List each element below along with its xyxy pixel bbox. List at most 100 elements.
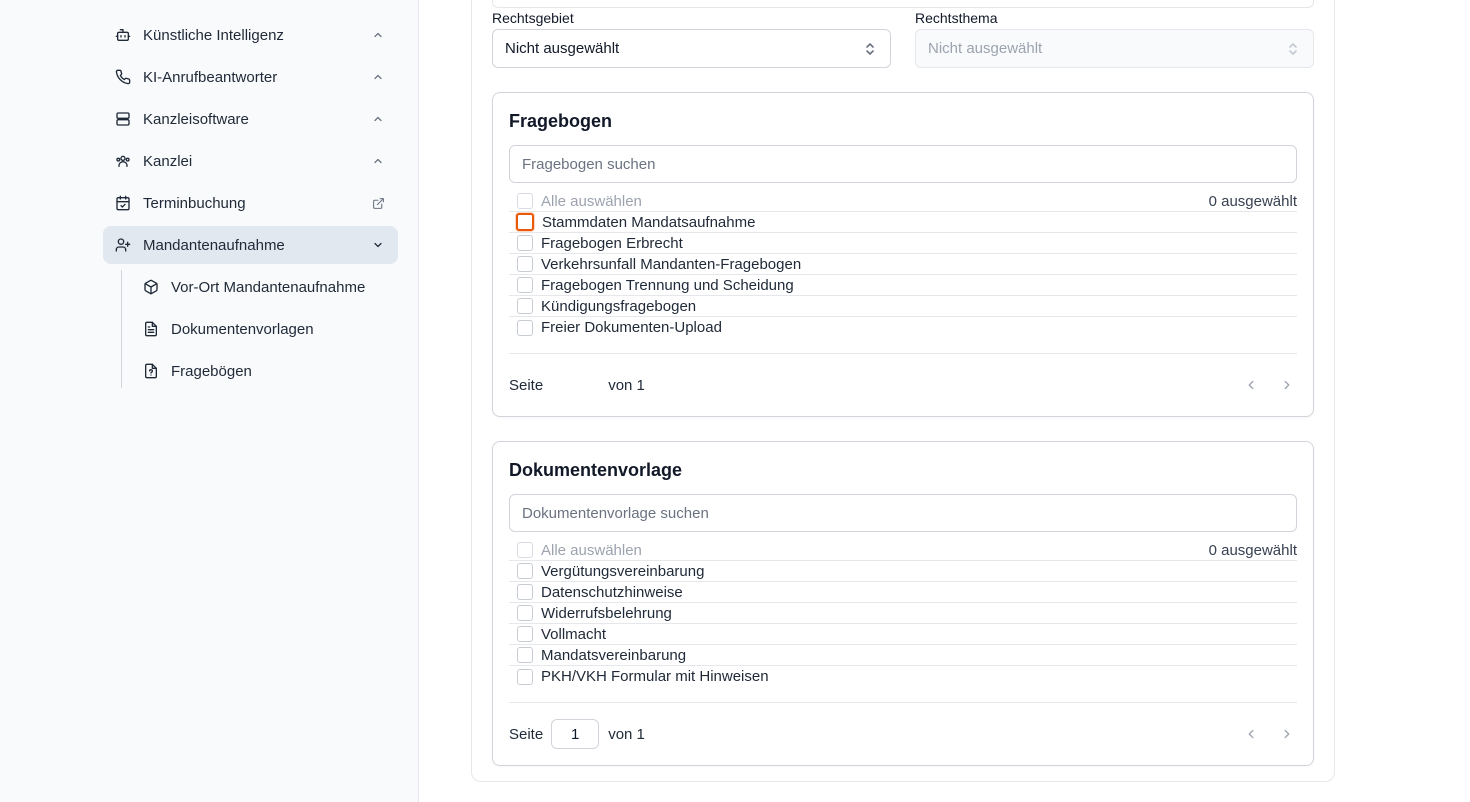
users-icon xyxy=(115,153,131,169)
checkbox[interactable] xyxy=(517,647,533,663)
checkbox[interactable] xyxy=(517,298,533,314)
sidebar-item-ki-anrufbeantworter[interactable]: KI-Anrufbeantworter xyxy=(103,58,398,96)
page-number-input[interactable] xyxy=(551,719,600,749)
sidebar-subitem-label: Vor-Ort Mandantenaufnahme xyxy=(171,278,366,296)
row-label: Mandatsvereinbarung xyxy=(541,646,687,664)
rechtsthema-label: Rechtsthema xyxy=(915,10,998,26)
row-label: Widerrufsbelehrung xyxy=(541,604,672,622)
phone-icon xyxy=(115,69,131,85)
scrolled-input-edge xyxy=(492,0,1314,8)
checkbox[interactable] xyxy=(517,605,533,621)
chevron-up-icon xyxy=(371,28,385,42)
sidebar-item-label: KI-Anrufbeantworter xyxy=(143,68,278,86)
divider xyxy=(509,702,1297,703)
rechtsthema-value: Nicht ausgewählt xyxy=(928,40,1043,57)
dokumentenvorlage-search-input[interactable] xyxy=(509,494,1297,532)
checkbox[interactable] xyxy=(517,235,533,251)
checkbox[interactable] xyxy=(517,277,533,293)
checkbox[interactable] xyxy=(516,213,534,231)
sidebar-item-kuenstliche-intelligenz[interactable]: Künstliche Intelligenz xyxy=(103,16,398,54)
divider xyxy=(509,353,1297,354)
sidebar-subitem-label: Fragebögen xyxy=(171,362,252,380)
dokumentenvorlage-pagination: Seite von 1 xyxy=(509,719,1297,749)
rechtsgebiet-select[interactable]: Nicht ausgewählt xyxy=(492,29,891,68)
rechtsthema-select: Nicht ausgewählt xyxy=(915,29,1314,68)
dokumentenvorlage-row[interactable]: Widerrufsbelehrung xyxy=(509,603,1297,624)
dokumentenvorlage-row[interactable]: Vergütungsvereinbarung xyxy=(509,561,1297,582)
rechtsgebiet-value: Nicht ausgewählt xyxy=(505,40,620,57)
checkbox[interactable] xyxy=(517,584,533,600)
row-label: Vergütungsvereinbarung xyxy=(541,562,705,580)
sidebar-item-kanzleisoftware[interactable]: Kanzleisoftware xyxy=(103,100,398,138)
checkbox[interactable] xyxy=(517,563,533,579)
selected-count: 0 ausgewählt xyxy=(1208,192,1297,210)
page-label: Seite xyxy=(509,725,544,743)
chevron-left-icon[interactable] xyxy=(1241,724,1261,744)
fragebogen-pagination: Seite von 1 xyxy=(509,370,1297,400)
dokumentenvorlage-row[interactable]: PKH/VKH Formular mit Hinweisen xyxy=(509,666,1297,687)
checkbox[interactable] xyxy=(517,626,533,642)
checkbox[interactable] xyxy=(517,193,533,209)
dokumentenvorlage-select-all[interactable]: Alle auswählen 0 ausgewählt xyxy=(509,540,1297,561)
sidebar-item-label: Künstliche Intelligenz xyxy=(143,26,284,44)
checkbox[interactable] xyxy=(517,256,533,272)
dokumentenvorlage-row[interactable]: Datenschutzhinweise xyxy=(509,582,1297,603)
row-label: Datenschutzhinweise xyxy=(541,583,683,601)
fragebogen-row[interactable]: Verkehrsunfall Mandanten-Fragebogen xyxy=(509,254,1297,275)
calendar-icon xyxy=(115,195,131,211)
select-all-label: Alle auswählen xyxy=(541,541,642,559)
robot-icon xyxy=(115,27,131,43)
sidebar-subitem-vor-ort-mandantenaufnahme[interactable]: Vor-Ort Mandantenaufnahme xyxy=(131,269,398,305)
chevron-up-down-icon xyxy=(1287,41,1299,57)
sidebar-item-kanzlei[interactable]: Kanzlei xyxy=(103,142,398,180)
sidebar-subitem-label: Dokumentenvorlagen xyxy=(171,320,314,338)
external-link-icon xyxy=(371,196,385,210)
submenu-divider xyxy=(121,270,122,388)
row-label: PKH/VKH Formular mit Hinweisen xyxy=(541,668,769,685)
select-all-label: Alle auswählen xyxy=(541,192,642,210)
chevron-right-icon[interactable] xyxy=(1277,724,1297,744)
dokumentenvorlage-title: Dokumentenvorlage xyxy=(509,460,683,480)
dokumentenvorlage-row[interactable]: Mandatsvereinbarung xyxy=(509,645,1297,666)
fragebogen-row[interactable]: Stammdaten Mandatsaufnahme xyxy=(509,212,1297,233)
sidebar-subitem-frageboegen[interactable]: Fragebögen xyxy=(131,353,398,389)
chevron-right-icon[interactable] xyxy=(1277,375,1297,395)
dokumentenvorlage-card: Dokumentenvorlage Alle auswählen 0 ausge… xyxy=(492,441,1314,766)
fragebogen-row[interactable]: Fragebogen Trennung und Scheidung xyxy=(509,275,1297,296)
page-total: von 1 xyxy=(608,376,645,394)
file-question-icon xyxy=(143,363,159,379)
fragebogen-row[interactable]: Kündigungsfragebogen xyxy=(509,296,1297,317)
checkbox[interactable] xyxy=(517,319,533,336)
fragebogen-search-input[interactable] xyxy=(509,145,1297,183)
rechtsgebiet-label: Rechtsgebiet xyxy=(492,10,574,26)
chevron-up-icon xyxy=(371,112,385,126)
sidebar-item-terminbuchung[interactable]: Terminbuchung xyxy=(103,184,398,222)
sidebar-subitem-dokumentenvorlagen[interactable]: Dokumentenvorlagen xyxy=(131,311,398,347)
sidebar: Künstliche Intelligenz KI-Anrufbeantwort… xyxy=(0,0,419,802)
fragebogen-row[interactable]: Freier Dokumenten-Upload xyxy=(509,317,1297,338)
page-label: Seite xyxy=(509,376,544,394)
chevron-up-icon xyxy=(371,70,385,84)
sidebar-item-mandantenaufnahme[interactable]: Mandantenaufnahme xyxy=(103,226,398,264)
chevron-down-icon xyxy=(371,238,385,252)
row-label: Fragebogen Erbrecht xyxy=(541,234,683,252)
chevron-up-icon xyxy=(371,154,385,168)
row-label: Freier Dokumenten-Upload xyxy=(541,319,722,336)
checkbox[interactable] xyxy=(517,542,533,558)
page-number-input[interactable] xyxy=(551,370,600,400)
row-label: Fragebogen Trennung und Scheidung xyxy=(541,276,794,294)
fragebogen-title: Fragebogen xyxy=(509,111,613,131)
fragebogen-select-all[interactable]: Alle auswählen 0 ausgewählt xyxy=(509,191,1297,212)
dokumentenvorlage-row[interactable]: Vollmacht xyxy=(509,624,1297,645)
row-label: Stammdaten Mandatsaufnahme xyxy=(542,213,756,231)
server-icon xyxy=(115,111,131,127)
sidebar-item-label: Kanzleisoftware xyxy=(143,110,249,128)
user-plus-icon xyxy=(115,237,131,253)
fragebogen-row[interactable]: Fragebogen Erbrecht xyxy=(509,233,1297,254)
chevron-left-icon[interactable] xyxy=(1241,375,1261,395)
checkbox[interactable] xyxy=(517,668,533,685)
row-label: Verkehrsunfall Mandanten-Fragebogen xyxy=(541,255,802,273)
chevron-up-down-icon xyxy=(864,41,876,57)
package-icon xyxy=(143,279,159,295)
row-label: Vollmacht xyxy=(541,625,607,643)
